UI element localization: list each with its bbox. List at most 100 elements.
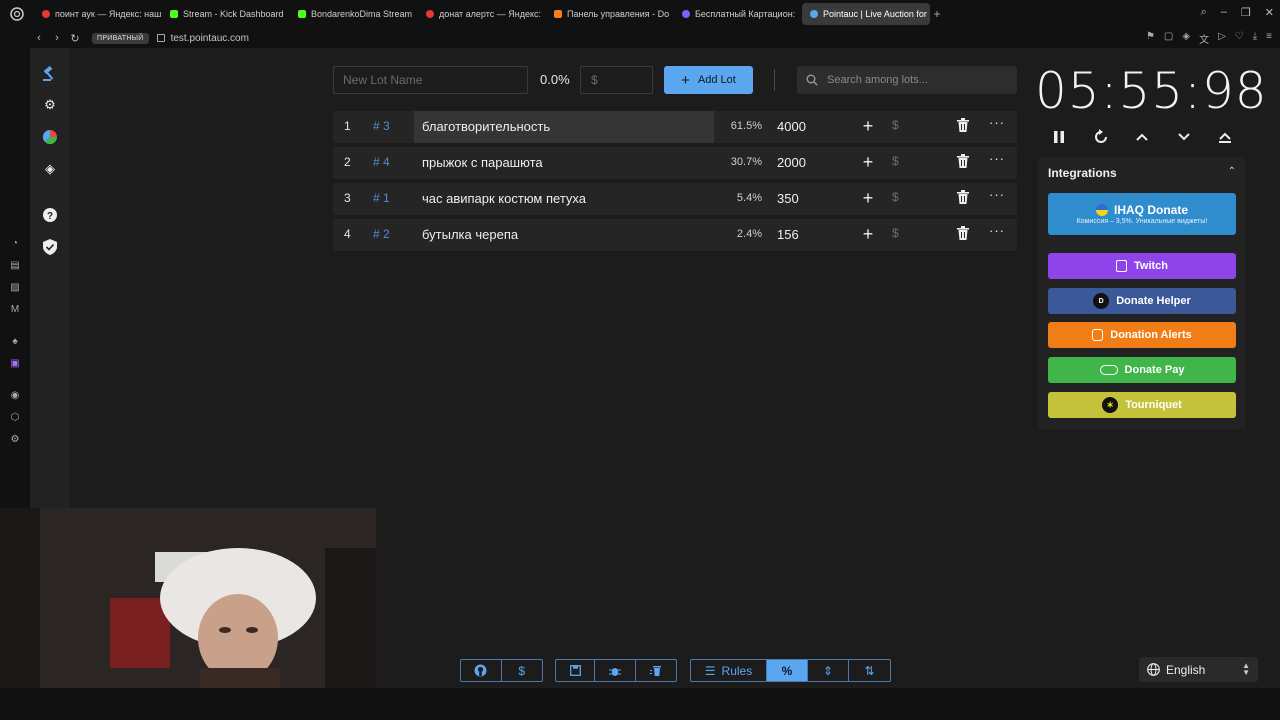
add-amount-icon[interactable]: + — [859, 188, 877, 208]
save-icon[interactable] — [556, 660, 596, 681]
dollar-icon[interactable]: $ — [892, 190, 899, 204]
url-field[interactable]: test.pointauc.com — [171, 33, 249, 44]
layers-icon[interactable]: ◈ — [41, 160, 59, 178]
donation-alerts-button[interactable]: Donation Alerts — [1048, 322, 1236, 348]
donate-helper-button[interactable]: D Donate Helper — [1048, 288, 1236, 314]
download-icon[interactable]: ⤓ — [1253, 31, 1257, 46]
wallet-icon[interactable]: ▤ — [8, 258, 22, 272]
dollar-icon[interactable]: $ — [892, 118, 899, 132]
more-options-icon[interactable]: ··· — [989, 223, 1005, 238]
close-window-icon[interactable]: ✕ — [1265, 6, 1274, 19]
more-options-icon[interactable]: ··· — [989, 115, 1005, 130]
percent-toggle[interactable]: % — [767, 660, 808, 681]
browser-tab[interactable]: поинт аук — Яндекс: наш — [34, 3, 162, 25]
search-input[interactable] — [827, 74, 1007, 86]
browser-tab[interactable]: Бесплатный Картацион: — [674, 3, 802, 25]
donate-dollar-icon[interactable]: $ — [502, 660, 543, 681]
collapse-chevron-icon[interactable]: ⌃ — [1228, 166, 1236, 177]
player-icon[interactable]: ◉ — [8, 388, 22, 402]
lot-amount[interactable]: 156 — [777, 227, 799, 242]
back-icon[interactable]: ‹ — [30, 32, 48, 44]
lock-icon[interactable] — [156, 34, 165, 42]
lot-amount[interactable]: 4000 — [777, 119, 806, 134]
lot-name[interactable]: прыжок с парашюта — [414, 147, 714, 179]
compact-view-icon[interactable]: ⇕ — [808, 660, 849, 681]
settings-icon[interactable]: ⚙ — [8, 432, 22, 446]
menu-icon[interactable]: ≡ — [1266, 31, 1272, 46]
new-lot-amount-input[interactable] — [580, 66, 653, 94]
sort-icon[interactable]: ⇅ — [849, 660, 890, 681]
help-icon[interactable]: ? — [41, 206, 59, 224]
lot-id[interactable]: # 3 — [373, 119, 390, 133]
trash-icon[interactable] — [957, 118, 971, 134]
twitch-button[interactable]: Twitch — [1048, 253, 1236, 279]
extensions-icon[interactable]: ⬡ — [8, 410, 22, 424]
settings-gear-icon[interactable]: ⚙ — [41, 96, 59, 114]
lot-name[interactable]: бутылка черепа — [414, 219, 714, 251]
play-icon[interactable]: ▷ — [1218, 31, 1226, 46]
browser-tab-active[interactable]: Pointauc | Live Auction for — [802, 3, 930, 25]
new-tab-icon[interactable]: + — [930, 7, 944, 21]
shield-icon[interactable]: ◈ — [1182, 31, 1190, 46]
language-select[interactable]: English ▲ ▼ — [1139, 657, 1258, 682]
heart-icon[interactable]: ♡ — [1235, 31, 1244, 46]
double-chevron-up-icon[interactable] — [1214, 126, 1236, 148]
new-lot-name-input[interactable] — [333, 66, 528, 94]
auction-gavel-icon[interactable] — [41, 64, 59, 82]
trash-icon[interactable] — [957, 154, 971, 170]
search-tabs-icon[interactable]: ⌕ — [1201, 6, 1207, 19]
reload-icon[interactable]: ↻ — [66, 32, 84, 45]
lot-search[interactable] — [797, 66, 1017, 94]
tourniquet-button[interactable]: ✶ Tourniquet — [1048, 392, 1236, 418]
bookmark-icon[interactable]: ⚑ — [1146, 31, 1155, 46]
lot-id[interactable]: # 2 — [373, 227, 390, 241]
lot-amount[interactable]: 2000 — [777, 155, 806, 170]
browser-tab[interactable]: Stream - Kick Dashboard — [162, 3, 290, 25]
dollar-icon[interactable]: $ — [892, 154, 899, 168]
chevron-up-icon[interactable] — [1131, 126, 1153, 148]
translate-icon[interactable]: 文 — [1199, 31, 1209, 46]
clear-all-icon[interactable] — [636, 660, 676, 681]
notes-icon[interactable]: ▨ — [8, 280, 22, 294]
minimize-icon[interactable]: – — [1221, 6, 1227, 19]
github-icon[interactable] — [461, 660, 502, 681]
screenshot-icon[interactable]: ▢ — [1164, 31, 1173, 46]
lot-id[interactable]: # 1 — [373, 191, 390, 205]
reset-icon[interactable] — [1090, 126, 1112, 148]
bug-icon[interactable] — [595, 660, 636, 681]
add-amount-icon[interactable]: + — [859, 224, 877, 244]
history-icon[interactable]: ◔ — [8, 236, 22, 250]
lot-name[interactable]: благотворительность — [414, 111, 714, 143]
maximize-icon[interactable]: ❐ — [1241, 6, 1251, 19]
trash-icon[interactable] — [957, 226, 971, 242]
dollar-icon[interactable]: $ — [892, 226, 899, 240]
lot-amount[interactable]: 350 — [777, 191, 799, 206]
lot-name[interactable]: час авипарк костюм петуха — [414, 183, 714, 215]
lot-id[interactable]: # 4 — [373, 155, 390, 169]
add-amount-icon[interactable]: + — [859, 152, 877, 172]
lot-row[interactable]: 4 # 2 бутылка черепа 2.4% 156 + $ ··· — [333, 219, 1017, 251]
browser-tab[interactable]: BondarenkoDima Stream — [290, 3, 418, 25]
ihaq-donate-button[interactable]: IHAQ Donate Комиссия – 3,5%. Уникальные … — [1048, 193, 1236, 235]
forward-icon[interactable]: › — [48, 32, 66, 44]
auction-icon[interactable]: ♠ — [8, 334, 22, 348]
trash-icon[interactable] — [957, 190, 971, 206]
more-options-icon[interactable]: ··· — [989, 151, 1005, 166]
lot-row[interactable]: 3 # 1 час авипарк костюм петуха 5.4% 350… — [333, 183, 1017, 215]
chevron-down-icon[interactable] — [1173, 126, 1195, 148]
lot-row[interactable]: 2 # 4 прыжок с парашюта 30.7% 2000 + $ ·… — [333, 147, 1017, 179]
rules-button[interactable]: ☰ Rules — [691, 660, 767, 681]
browser-logo-icon[interactable] — [6, 3, 28, 25]
browser-tab[interactable]: Панель управления - Do — [546, 3, 674, 25]
add-lot-button[interactable]: + Add Lot — [664, 66, 753, 94]
donate-pay-button[interactable]: Donate Pay — [1048, 357, 1236, 383]
browser-tab[interactable]: донат алертс — Яндекс: — [418, 3, 546, 25]
lot-row[interactable]: 1 # 3 благотворительность 61.5% 4000 + $… — [333, 111, 1017, 143]
twitch-icon[interactable]: ▣ — [8, 356, 22, 370]
wheel-icon[interactable] — [41, 128, 59, 146]
mail-icon[interactable]: M — [8, 302, 22, 316]
shield-check-icon[interactable] — [41, 238, 59, 256]
add-amount-icon[interactable]: + — [859, 116, 877, 136]
pause-icon[interactable] — [1048, 126, 1070, 148]
more-options-icon[interactable]: ··· — [989, 187, 1005, 202]
